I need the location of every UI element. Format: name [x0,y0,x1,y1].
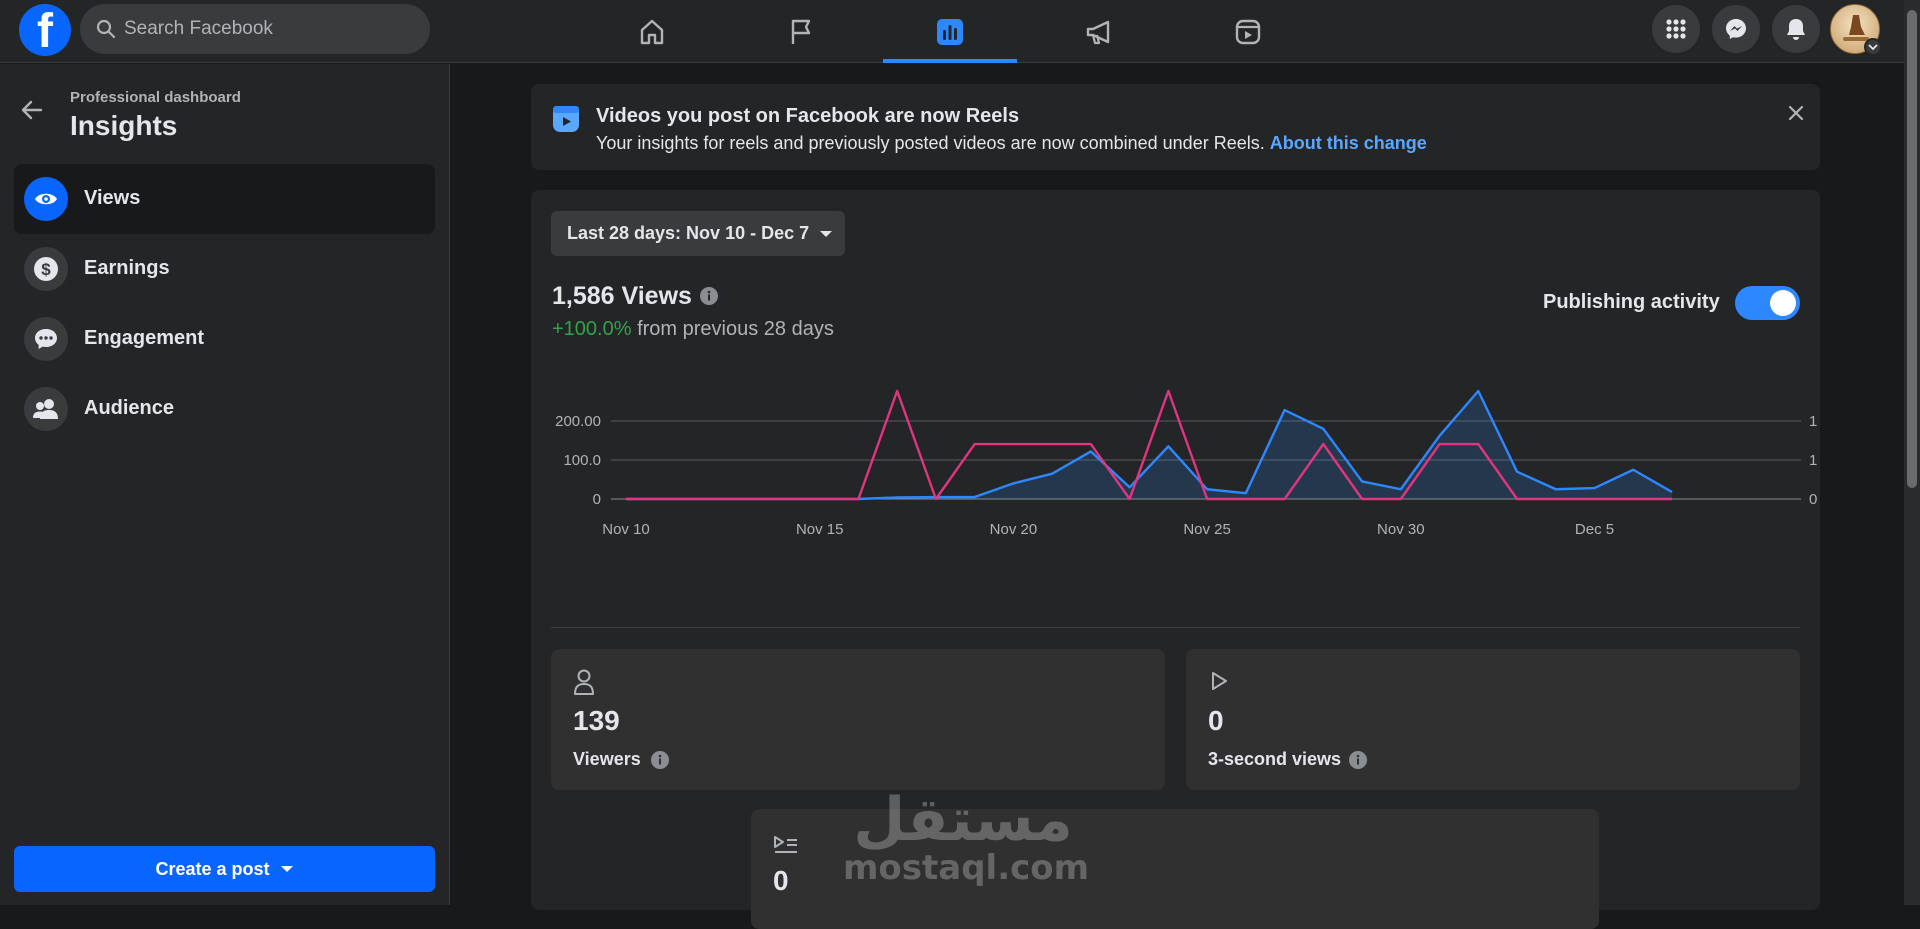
info-icon[interactable] [699,286,719,311]
mostaql-watermark: مستقل mostaql.com [843,785,1089,888]
chat-icon [24,317,68,361]
info-icon[interactable] [650,750,670,775]
arrow-left-icon [21,100,43,120]
views-total: 1,586 Views [552,282,692,310]
create-post-button[interactable]: Create a post [14,846,435,892]
people-icon [24,387,68,431]
sidebar-subtitle: Professional dashboard [70,89,241,106]
facebook-logo[interactable]: f [19,4,71,58]
about-this-change-link[interactable]: About this change [1270,133,1427,153]
sidebar-item-label: Earnings [84,257,170,279]
play-icon [1212,672,1227,690]
create-post-label: Create a post [155,858,270,879]
stat-card-3-second-views[interactable]: 0 3-second views [1186,649,1800,790]
stat-label: 3-second views [1208,749,1342,769]
back-button[interactable] [14,92,50,128]
views-line-chart: 0 100.0 200.00 0 1 1 Nov 10 Nov 15 Nov 20 Nov 25 N… [555,389,1817,538]
insights-tab[interactable] [883,0,1017,63]
sidebar-item-audience[interactable]: Audience [14,374,435,444]
notifications-bell-icon [1787,19,1805,40]
y-left-tick-label: 0 [593,491,601,508]
sidebar-title: Insights [70,110,178,141]
divider [551,627,1800,628]
y-right-tick-label: 0 [1809,491,1817,508]
sidebar-item-label: Engagement [84,327,205,349]
banner-body: Your insights for reels and previously p… [596,133,1427,154]
banner-title: Videos you post on Facebook are now Reel… [596,105,1020,127]
messenger-button[interactable] [1712,5,1760,53]
sidebar-item-label: Views [84,187,141,209]
facebook-logo-letter: f [37,5,53,58]
notifications-button[interactable] [1772,5,1820,53]
messenger-icon [1726,19,1746,39]
reels-notice-banner: Videos you post on Facebook are now Reel… [531,84,1820,170]
stat-value: 0 [773,865,789,896]
home-icon [640,19,664,44]
person-icon [574,669,594,695]
sidebar-item-engagement[interactable]: Engagement [14,304,435,374]
top-navigation-bar: f [0,0,1904,63]
x-tick-label: Nov 10 [602,521,650,538]
watermark-latin: mostaql.com [843,848,1090,888]
stat-card-viewers[interactable]: 139 Viewers [551,649,1165,790]
x-tick-label: Nov 15 [796,521,844,538]
y-right-tick-label: 1 [1809,413,1817,430]
menu-grid-icon [1666,19,1686,39]
publishing-activity-label: Publishing activity [1543,291,1720,313]
megaphone-icon [1086,20,1110,44]
insights-chart-icon [937,18,963,45]
flag-icon [791,19,811,44]
watermark-arabic: مستقل [853,785,1073,855]
svg-text:$: $ [41,260,51,279]
y-left-tick-label: 100.0 [563,452,601,469]
x-tick-label: Nov 20 [990,521,1038,538]
reels-icon [1235,19,1261,44]
account-menu-chevron[interactable] [1864,38,1882,56]
date-range-dropdown[interactable]: Last 28 days: Nov 10 - Dec 7 [551,211,845,256]
y-right-tick-label: 1 [1809,452,1817,469]
views-change-text: from previous 28 days [637,318,834,340]
search-box[interactable] [80,4,430,54]
stat-label: Viewers [573,749,641,769]
caret-down-icon [820,230,833,237]
search-icon [96,19,116,39]
menu-button[interactable] [1652,5,1700,53]
publishing-activity-toggle[interactable] [1735,286,1800,320]
sidebar-item-label: Audience [84,397,175,419]
reels-icon [553,106,579,132]
stat-value: 0 [1208,705,1224,736]
chevron-down-icon [1868,44,1878,51]
caret-down-icon [280,866,293,872]
search-input[interactable] [124,4,414,54]
close-banner-button[interactable] [1781,98,1811,128]
info-icon[interactable] [1348,750,1368,775]
views-change: +100.0% from previous 28 days [552,318,834,341]
views-change-percent: +100.0% [552,318,632,340]
sidebar-item-earnings[interactable]: $ Earnings [14,234,435,304]
banner-body-text: Your insights for reels and previously p… [596,133,1265,153]
playlist-icon [774,836,797,853]
y-left-tick-label: 200.00 [555,413,601,430]
eye-icon [24,177,68,221]
x-tick-label: Nov 25 [1183,521,1231,538]
home-tab[interactable] [585,0,719,63]
ads-tab[interactable] [1032,0,1166,63]
scrollbar-thumb[interactable] [1907,10,1917,488]
views-insights-card: Last 28 days: Nov 10 - Dec 7 1,586 Views… [531,190,1820,929]
insights-sidebar: Professional dashboard Insights Views $ … [0,64,450,905]
reels-tab[interactable] [1181,0,1315,63]
date-range-label: Last 28 days: Nov 10 - Dec 7 [567,223,810,243]
x-tick-label: Nov 30 [1377,521,1425,538]
dollar-icon: $ [24,247,68,291]
page-scrollbar[interactable] [1904,0,1920,905]
pages-tab[interactable] [734,0,868,63]
sidebar-item-views[interactable]: Views [14,164,435,234]
stat-value: 139 [573,705,620,736]
x-tick-label: Dec 5 [1575,521,1614,538]
close-icon [1788,105,1804,121]
